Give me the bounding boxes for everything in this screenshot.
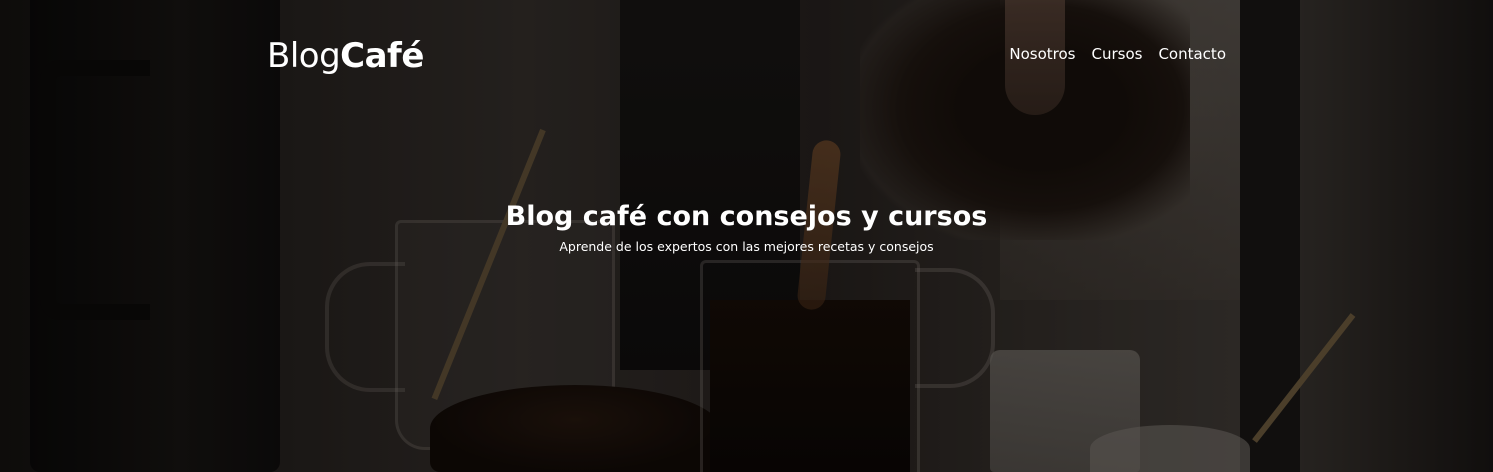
nav-link-nosotros[interactable]: Nosotros bbox=[1009, 44, 1075, 64]
main-nav: Nosotros Cursos Contacto bbox=[1009, 44, 1226, 64]
logo-text-bold: Café bbox=[340, 36, 424, 76]
nav-link-cursos[interactable]: Cursos bbox=[1091, 44, 1142, 64]
hero-section: BlogCafé Nosotros Cursos Contacto Blog c… bbox=[0, 0, 1493, 472]
logo-text-light: Blog bbox=[267, 36, 341, 76]
hero-title: Blog café con consejos y cursos bbox=[505, 201, 988, 232]
nav-link-contacto[interactable]: Contacto bbox=[1158, 44, 1226, 64]
site-logo[interactable]: BlogCafé bbox=[267, 36, 424, 76]
hero-text-block: Blog café con consejos y cursos Aprende … bbox=[0, 198, 1493, 256]
hero-subtitle: Aprende de los expertos con las mejores … bbox=[559, 239, 934, 254]
